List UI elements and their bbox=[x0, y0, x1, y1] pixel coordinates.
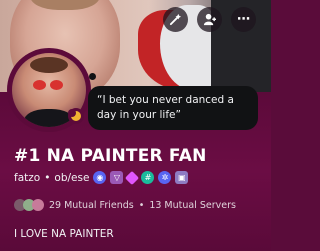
more-icon: ⋯ bbox=[237, 12, 250, 27]
gift-badge[interactable]: ▣ bbox=[175, 171, 189, 184]
hypesquad-badge[interactable]: ◉ bbox=[93, 171, 107, 184]
wand-button[interactable] bbox=[163, 7, 188, 32]
avatar-glasses-left bbox=[33, 80, 46, 90]
quest-badge[interactable]: ✲ bbox=[158, 171, 172, 184]
custom-status-bubble: “I bet you never danced a day in your li… bbox=[88, 86, 258, 130]
add-friend-icon bbox=[203, 13, 216, 26]
add-friend-button[interactable] bbox=[197, 7, 222, 32]
display-name: #1 NA PAINTER FAN bbox=[14, 146, 207, 166]
user-profile-card: ⋯ “I bet you never danced a day in your … bbox=[0, 0, 271, 251]
more-button[interactable]: ⋯ bbox=[231, 7, 256, 32]
separator: • bbox=[44, 171, 51, 184]
mutual-avatars bbox=[14, 199, 44, 211]
avatar-glasses-right bbox=[50, 80, 63, 90]
mutual-friends-link[interactable]: 29 Mutual Friends bbox=[49, 200, 134, 211]
username[interactable]: fatzo bbox=[14, 172, 40, 184]
status-bubble-tail bbox=[89, 73, 96, 80]
username-row: fatzo • ob/ese ◉ ▽ # ✲ ▣ bbox=[14, 170, 189, 185]
mutuals-row: 29 Mutual Friends • 13 Mutual Servers bbox=[14, 199, 236, 211]
nitro-badge[interactable]: ▽ bbox=[110, 171, 124, 184]
mutual-avatar bbox=[32, 199, 44, 211]
moon-icon bbox=[68, 109, 81, 121]
pronouns: ob/ese bbox=[54, 171, 90, 184]
avatar-shirt bbox=[24, 109, 74, 127]
boost-badge[interactable] bbox=[125, 170, 140, 185]
mutual-servers-link[interactable]: 13 Mutual Servers bbox=[149, 200, 236, 211]
avatar-hair bbox=[30, 57, 68, 73]
bio: I LOVE NA PAINTER bbox=[14, 228, 114, 240]
wand-icon bbox=[169, 13, 182, 26]
hash-badge[interactable]: # bbox=[141, 171, 155, 184]
idle-status-indicator bbox=[68, 108, 84, 124]
mutual-separator: • bbox=[138, 199, 145, 211]
